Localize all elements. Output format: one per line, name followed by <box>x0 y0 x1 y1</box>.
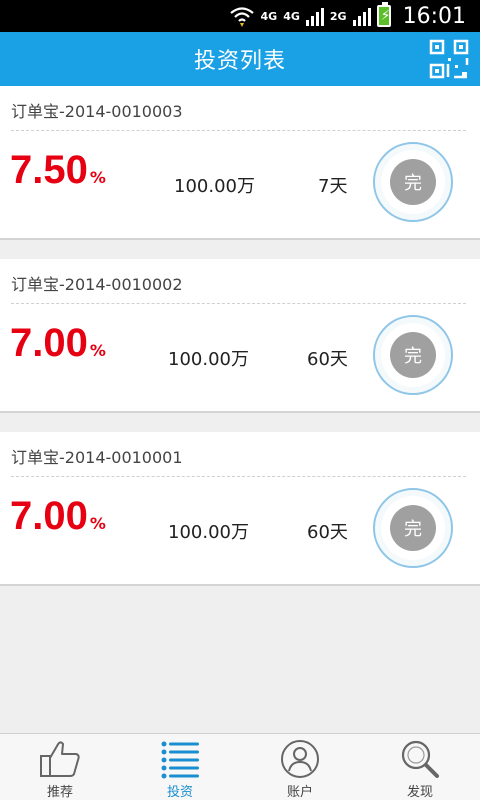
investment-card[interactable]: 订单宝-2014-0010003 7.50 % 100.00万 7天 完 <box>0 86 480 240</box>
clock: 16:01 <box>402 3 466 29</box>
rate-unit: % <box>89 514 106 533</box>
amount: 100.00万 <box>168 522 249 543</box>
tab-discover[interactable]: 发现 <box>360 734 480 800</box>
rate-value: 7.50 <box>10 148 88 192</box>
rate-unit: % <box>89 341 106 360</box>
status-label: 完 <box>390 159 436 205</box>
rate-unit: % <box>89 168 106 187</box>
status-label: 完 <box>390 332 436 378</box>
term-days: 60天 <box>307 349 348 370</box>
battery-icon: ⚡ <box>376 2 391 27</box>
interest-rate: 7.00 % <box>10 494 106 539</box>
bottom-tab-bar: 推荐 投资 账户 发现 <box>0 733 480 800</box>
tab-label: 账户 <box>286 785 313 800</box>
tab-label: 投资 <box>166 785 193 800</box>
signal-icon-2 <box>352 6 371 26</box>
rate-value: 7.00 <box>10 321 88 365</box>
user-icon <box>281 740 319 778</box>
investment-card[interactable]: 订单宝-2014-0010002 7.00 % 100.00万 60天 完 <box>0 259 480 413</box>
divider <box>11 476 466 477</box>
product-title: 订单宝-2014-0010001 <box>11 448 183 467</box>
status-button[interactable]: 完 <box>373 488 453 568</box>
tab-label: 推荐 <box>46 785 73 800</box>
product-title: 订单宝-2014-0010002 <box>11 275 183 294</box>
network-type-1: 4G <box>260 9 278 23</box>
interest-rate: 7.50 % <box>10 148 106 193</box>
rate-value: 7.00 <box>10 494 88 538</box>
app-header: 投资列表 <box>0 32 480 86</box>
wifi-icon <box>229 7 254 27</box>
status-button[interactable]: 完 <box>373 315 453 395</box>
signal-icon-1 <box>305 6 324 26</box>
term-days: 7天 <box>318 176 348 197</box>
status-bar: 4G 4G 2G ⚡ 16:01 <box>0 0 480 32</box>
qr-scan-button[interactable] <box>428 38 470 80</box>
list-icon <box>161 741 199 779</box>
amount: 100.00万 <box>174 176 255 197</box>
status-button[interactable]: 完 <box>373 142 453 222</box>
qr-code-icon <box>429 39 469 79</box>
amount: 100.00万 <box>168 349 249 370</box>
investment-card[interactable]: 订单宝-2014-0010001 7.00 % 100.00万 60天 完 <box>0 432 480 586</box>
divider <box>11 303 466 304</box>
thumbs-up-icon <box>40 741 80 777</box>
tab-account[interactable]: 账户 <box>240 734 360 800</box>
search-icon <box>401 740 439 778</box>
tab-label: 发现 <box>406 785 433 800</box>
term-days: 60天 <box>307 522 348 543</box>
network-type-3: 2G <box>329 9 347 23</box>
tab-invest[interactable]: 投资 <box>120 734 240 800</box>
status-label: 完 <box>390 505 436 551</box>
interest-rate: 7.00 % <box>10 321 106 366</box>
tab-recommend[interactable]: 推荐 <box>0 734 120 800</box>
network-type-2: 4G <box>283 9 300 23</box>
divider <box>11 130 466 131</box>
product-title: 订单宝-2014-0010003 <box>11 102 183 121</box>
page-title: 投资列表 <box>193 49 286 74</box>
